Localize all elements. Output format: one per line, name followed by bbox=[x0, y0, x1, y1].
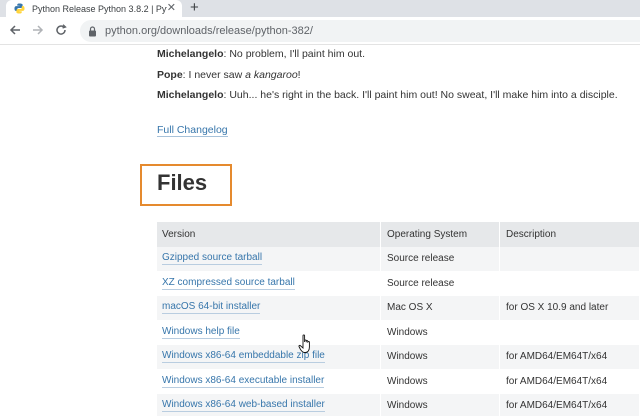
file-link[interactable]: Windows help file bbox=[162, 326, 240, 339]
table-row: Windows help file Windows bbox=[157, 320, 640, 345]
file-link[interactable]: XZ compressed source tarball bbox=[162, 277, 295, 290]
table-row: XZ compressed source tarball Source rele… bbox=[157, 271, 640, 296]
header-version: Version bbox=[157, 222, 381, 247]
tab-strip: Python Release Python 3.8.2 | Pyt ✕ + bbox=[0, 0, 640, 17]
files-heading: Files bbox=[157, 170, 208, 195]
dialogue-text: : Uuh... he's right in the back. I'll pa… bbox=[223, 89, 618, 101]
full-changelog-link[interactable]: Full Changelog bbox=[157, 124, 228, 137]
address-bar[interactable]: python.org/downloads/release/python-382/ bbox=[80, 20, 640, 42]
back-button[interactable] bbox=[6, 21, 24, 39]
table-row: Windows x86-64 embeddable zip file Windo… bbox=[157, 344, 640, 369]
description-cell bbox=[501, 246, 640, 271]
file-link[interactable]: macOS 64-bit installer bbox=[162, 301, 261, 315]
os-cell: Windows bbox=[382, 320, 500, 345]
description-cell: for AMD64/EM64T/x64 bbox=[501, 369, 640, 394]
dialogue-line: Michelangelo: No problem, I'll paint him… bbox=[157, 48, 365, 60]
table-row: macOS 64-bit installer Mac OS X for OS X… bbox=[157, 295, 640, 320]
browser-toolbar: python.org/downloads/release/python-382/ bbox=[0, 17, 640, 45]
os-cell: Windows bbox=[382, 344, 500, 369]
back-arrow-icon bbox=[9, 25, 20, 35]
dialogue-text: : I never saw bbox=[182, 69, 246, 81]
reload-icon bbox=[56, 24, 67, 35]
os-cell: Mac OS X bbox=[382, 295, 500, 320]
os-cell: Source release bbox=[382, 246, 500, 271]
python-favicon-icon bbox=[14, 3, 25, 14]
table-header-row: Version Operating System Description bbox=[157, 222, 640, 247]
description-cell bbox=[501, 271, 640, 296]
description-cell: for OS X 10.9 and later bbox=[501, 295, 640, 320]
dialogue-speaker: Michelangelo bbox=[157, 48, 224, 60]
dialogue-text: : No problem, I'll paint him out. bbox=[223, 48, 365, 60]
forward-arrow-icon bbox=[33, 25, 44, 35]
os-cell: Source release bbox=[382, 271, 500, 296]
reload-button[interactable] bbox=[52, 21, 70, 39]
dialogue-text: ! bbox=[297, 69, 301, 81]
browser-tab[interactable]: Python Release Python 3.8.2 | Pyt ✕ bbox=[6, 0, 182, 17]
description-cell bbox=[501, 320, 640, 345]
file-link[interactable]: Windows x86-64 web-based installer bbox=[162, 399, 325, 413]
description-cell: for AMD64/EM64T/x64 bbox=[501, 344, 640, 369]
os-cell: Windows bbox=[382, 369, 500, 394]
dialogue-line: Michelangelo: Uuh... he's right in the b… bbox=[157, 89, 618, 101]
url-text: python.org/downloads/release/python-382/ bbox=[105, 25, 313, 37]
page-content: Michelangelo: No problem, I'll paint him… bbox=[0, 46, 640, 416]
forward-button[interactable] bbox=[29, 21, 47, 39]
close-icon[interactable]: ✕ bbox=[167, 2, 176, 15]
tab-title: Python Release Python 3.8.2 | Pyt bbox=[32, 3, 167, 14]
table-row: Gzipped source tarball Source release bbox=[157, 246, 640, 271]
dialogue-speaker: Pope bbox=[157, 69, 183, 81]
lock-icon bbox=[89, 25, 96, 36]
dialogue-speaker: Michelangelo bbox=[157, 89, 224, 101]
file-link[interactable]: Gzipped source tarball bbox=[162, 252, 263, 266]
new-tab-icon[interactable]: + bbox=[190, 0, 199, 16]
description-cell: for AMD64/EM64T/x64 bbox=[501, 393, 640, 416]
hand-cursor-icon bbox=[298, 334, 310, 353]
header-operating-system: Operating System bbox=[382, 222, 500, 247]
dialogue-italic-text: a kangaroo bbox=[245, 69, 298, 81]
dialogue-line: Pope: I never saw a kangaroo! bbox=[157, 69, 301, 81]
files-table: Version Operating System Description Gzi… bbox=[157, 222, 640, 416]
file-link[interactable]: Windows x86-64 executable installer bbox=[162, 375, 325, 388]
header-description: Description bbox=[501, 222, 640, 247]
table-row: Windows x86-64 web-based installer Windo… bbox=[157, 393, 640, 416]
table-row: Windows x86-64 executable installer Wind… bbox=[157, 369, 640, 394]
os-cell: Windows bbox=[382, 393, 500, 416]
